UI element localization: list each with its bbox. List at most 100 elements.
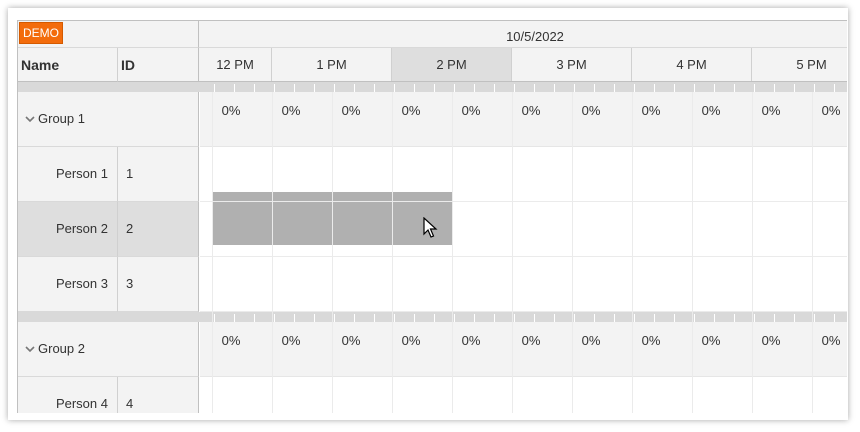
group-row-header[interactable]: Group 1	[18, 92, 199, 147]
bar-tick	[394, 314, 395, 322]
bar-tick	[474, 314, 475, 322]
bar-tick	[414, 84, 415, 92]
bar-tick	[314, 84, 315, 92]
grid-vertical-line	[512, 92, 513, 413]
timeline-row[interactable]	[200, 257, 847, 312]
bar-tick	[574, 84, 575, 92]
hour-header-label: 12 PM	[216, 57, 254, 72]
resource-name-cell[interactable]: Person 3	[18, 257, 118, 312]
demo-badge: DEMO	[19, 22, 63, 44]
chevron-down-icon[interactable]	[24, 113, 36, 125]
bar-tick	[734, 314, 735, 322]
group-percent: 0%	[521, 103, 541, 118]
timeline-row[interactable]	[200, 147, 847, 202]
bar-tick	[474, 84, 475, 92]
hour-header-cell[interactable]: 5 PM	[752, 48, 847, 81]
bar-tick	[454, 84, 455, 92]
timeline-row[interactable]	[200, 202, 847, 257]
group-name: Group 1	[38, 111, 85, 126]
column-header-id-label: ID	[121, 57, 135, 73]
bar-tick	[274, 314, 275, 322]
group-row-header[interactable]: Group 2	[18, 322, 199, 377]
bar-tick	[374, 314, 375, 322]
bar-tick	[314, 314, 315, 322]
bar-tick	[714, 314, 715, 322]
hour-header-cell[interactable]: 1 PM	[272, 48, 392, 81]
bar-tick	[234, 84, 235, 92]
bar-tick	[354, 314, 355, 322]
group-percent: 0%	[281, 103, 301, 118]
bar-tick	[634, 314, 635, 322]
date-header: 10/5/2022	[199, 21, 847, 48]
hour-header-label: 4 PM	[676, 57, 707, 72]
bar-tick	[294, 84, 295, 92]
hour-header-cell[interactable]: 3 PM	[512, 48, 632, 81]
resource-id-cell[interactable]: 3	[118, 257, 199, 312]
bar-tick	[574, 314, 575, 322]
timeline-row[interactable]	[200, 377, 847, 413]
bar-tick	[594, 314, 595, 322]
grid-vertical-line	[332, 92, 333, 413]
resource-id: 1	[126, 166, 134, 181]
bar-tick	[814, 84, 815, 92]
hour-header-cell[interactable]: 12 PM	[199, 48, 272, 81]
bar-tick	[634, 84, 635, 92]
grid-vertical-line	[752, 92, 753, 413]
bar-tick	[254, 84, 255, 92]
resource-name-cell[interactable]: Person 4	[18, 377, 118, 413]
resource-id-cell[interactable]: 4	[118, 377, 199, 413]
resource-id: 2	[126, 221, 134, 236]
hour-header-label: 2 PM	[436, 57, 467, 72]
bar-tick	[834, 314, 835, 322]
group-percent: 0%	[461, 103, 481, 118]
bar-tick	[494, 314, 495, 322]
resource-name: Person 2	[55, 221, 108, 236]
bar-tick	[334, 84, 335, 92]
resource-id-cell[interactable]: 1	[118, 147, 199, 202]
group-percent: 0%	[581, 103, 601, 118]
bar-tick	[814, 314, 815, 322]
column-header-name[interactable]: Name	[18, 48, 118, 82]
column-header-id[interactable]: ID	[118, 48, 199, 82]
resource-name-cell[interactable]: Person 2	[18, 202, 118, 257]
bar-tick	[514, 314, 515, 322]
group-separator-bar	[18, 312, 847, 322]
bar-tick	[434, 84, 435, 92]
resource-name-cell[interactable]: Person 1	[18, 147, 118, 202]
bar-tick	[414, 314, 415, 322]
group-percent: 0%	[401, 333, 421, 348]
resource-name: Person 4	[55, 396, 108, 411]
bar-tick	[674, 84, 675, 92]
grid-vertical-line	[392, 92, 393, 413]
bar-tick	[534, 314, 535, 322]
bar-tick	[654, 84, 655, 92]
group-percent: 0%	[581, 333, 601, 348]
grid-vertical-line	[212, 92, 213, 413]
group-percent: 0%	[701, 333, 721, 348]
hour-header-cell[interactable]: 2 PM	[392, 48, 512, 81]
group-percent: 0%	[641, 333, 661, 348]
group-percent: 0%	[761, 333, 781, 348]
bar-tick	[334, 314, 335, 322]
bar-tick	[214, 314, 215, 322]
group-percent: 0%	[821, 103, 841, 118]
grid-vertical-line	[572, 92, 573, 413]
group-percent: 0%	[641, 103, 661, 118]
bar-tick	[234, 314, 235, 322]
bar-tick	[694, 84, 695, 92]
bar-tick	[594, 84, 595, 92]
group-percent: 0%	[701, 103, 721, 118]
hour-header-cell[interactable]: 4 PM	[632, 48, 752, 81]
hour-header-label: 5 PM	[796, 57, 827, 72]
bar-tick	[354, 84, 355, 92]
resource-id-cell[interactable]: 2	[118, 202, 199, 257]
group-percent: 0%	[221, 333, 241, 348]
group-percent: 0%	[221, 103, 241, 118]
hour-header-row: 12 PM 1 PM 2 PM 3 PM 4 PM 5 PM	[199, 48, 847, 82]
bar-tick	[614, 84, 615, 92]
chevron-down-icon[interactable]	[24, 343, 36, 355]
bar-tick	[794, 84, 795, 92]
bar-tick	[394, 84, 395, 92]
bar-tick	[374, 84, 375, 92]
bar-tick	[614, 314, 615, 322]
